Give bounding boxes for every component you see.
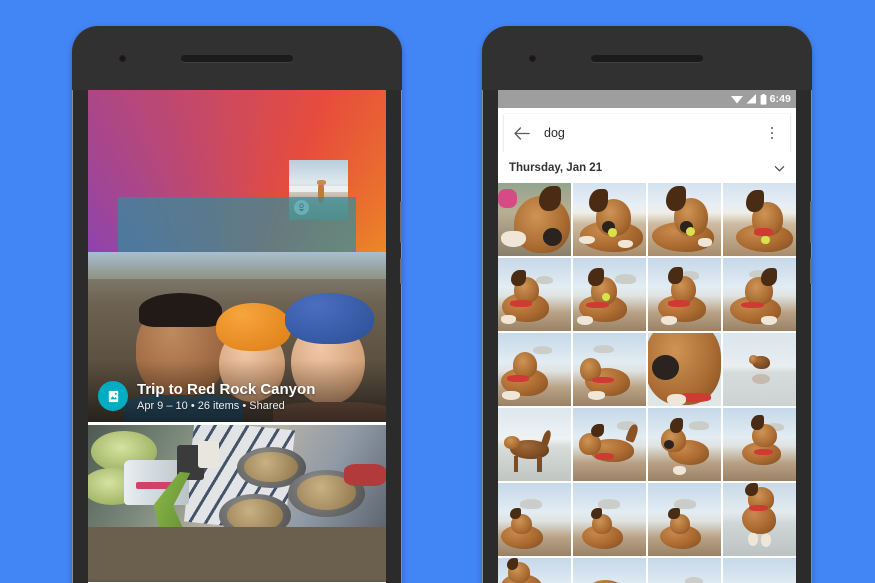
- phone-top-bezel-right: [482, 26, 812, 90]
- photo-thumbnail[interactable]: [498, 408, 571, 481]
- earpiece-speaker: [181, 55, 293, 62]
- photo-thumbnail[interactable]: [648, 183, 721, 256]
- chevron-down-icon[interactable]: [774, 163, 785, 174]
- category-row: People: [88, 90, 386, 583]
- photo-thumbnail[interactable]: [648, 408, 721, 481]
- album-card-red-rock-canyon[interactable]: Trip to Red Rock Canyon Apr 9 – 10 • 26 …: [88, 252, 386, 422]
- album-book-icon: [98, 381, 128, 412]
- album-card-picnic[interactable]: [88, 422, 386, 527]
- photo-thumbnail[interactable]: [573, 183, 646, 256]
- photo-thumbnail[interactable]: [723, 558, 796, 583]
- phone-top-bezel: [72, 26, 402, 90]
- wifi-icon: [730, 96, 743, 104]
- album-title: Trip to Red Rock Canyon: [137, 380, 316, 398]
- power-button[interactable]: [810, 201, 812, 243]
- date-header-row[interactable]: Thursday, Jan 21: [498, 152, 796, 183]
- screen-left: 6:49 Search your photos: [88, 90, 386, 583]
- volume-button[interactable]: [810, 258, 812, 284]
- date-header-label: Thursday, Jan 21: [509, 162, 603, 174]
- search-query-text[interactable]: dog: [536, 126, 764, 140]
- signal-icon: [746, 94, 756, 104]
- more-vert-icon[interactable]: [764, 126, 780, 140]
- volume-button[interactable]: [400, 258, 402, 284]
- photo-thumbnail[interactable]: [723, 333, 796, 406]
- photo-thumbnail[interactable]: [723, 483, 796, 556]
- photo-thumbnail[interactable]: [498, 258, 571, 331]
- phone-device-right: 6:49 dog Thursday, Jan 21: [482, 26, 812, 583]
- photo-thumbnail[interactable]: [648, 483, 721, 556]
- photo-thumbnail[interactable]: [498, 483, 571, 556]
- photo-thumbnail[interactable]: [648, 258, 721, 331]
- photo-thumbnail[interactable]: [498, 183, 571, 256]
- photo-thumbnail[interactable]: [573, 558, 646, 583]
- status-time: 6:49: [769, 92, 791, 105]
- photo-thumbnail[interactable]: [573, 333, 646, 406]
- phone-device-left: 6:49 Search your photos: [72, 26, 402, 583]
- earpiece-speaker: [591, 55, 703, 62]
- photo-thumbnail[interactable]: [648, 333, 721, 406]
- power-button[interactable]: [400, 201, 402, 243]
- photo-thumbnail[interactable]: [498, 558, 571, 583]
- photo-thumbnail[interactable]: [723, 408, 796, 481]
- screen-right: 6:49 dog Thursday, Jan 21: [498, 90, 796, 583]
- photo-thumbnail[interactable]: [723, 183, 796, 256]
- front-camera-icon: [119, 55, 126, 62]
- photo-thumbnail[interactable]: [573, 408, 646, 481]
- photo-results-grid: [498, 183, 796, 583]
- album-subtitle: Apr 9 – 10 • 26 items • Shared: [137, 400, 285, 412]
- album-meta: Trip to Red Rock Canyon Apr 9 – 10 • 26 …: [98, 381, 376, 412]
- front-camera-icon: [529, 55, 536, 62]
- arrow-back-icon[interactable]: [514, 126, 536, 140]
- battery-icon: [760, 93, 766, 105]
- photo-thumbnail[interactable]: [723, 258, 796, 331]
- orange-helmet: [216, 303, 291, 351]
- status-bar-right: 6:49: [498, 90, 796, 108]
- photo-thumbnail[interactable]: [648, 558, 721, 583]
- photo-thumbnail[interactable]: [498, 333, 571, 406]
- photo-thumbnail[interactable]: [573, 258, 646, 331]
- search-bar-right[interactable]: dog: [504, 114, 790, 152]
- blue-helmet: [284, 292, 375, 344]
- photo-thumbnail[interactable]: [573, 483, 646, 556]
